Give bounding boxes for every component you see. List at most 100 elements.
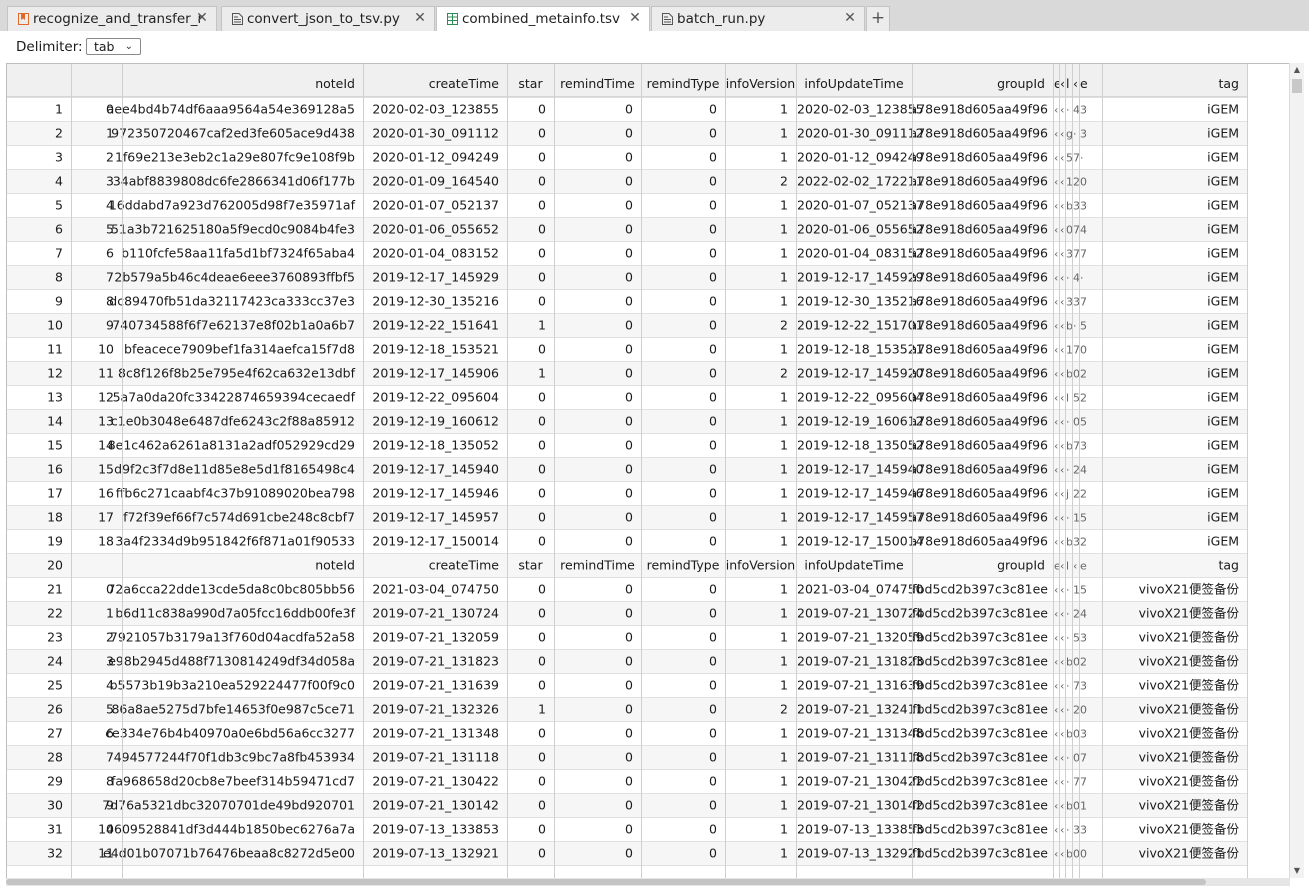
- table-cell: 2019-12-17_145906: [372, 366, 499, 381]
- row-number: 17: [47, 486, 63, 501]
- column-header: remindTime: [560, 76, 635, 91]
- row-number: 19: [47, 534, 63, 549]
- table-cell: 0: [538, 750, 546, 765]
- narrow-cell: 1: [1073, 512, 1080, 525]
- narrow-cell: 7: [1073, 152, 1080, 165]
- table-cell: a4fa78e918d605aa49f96: [890, 270, 1049, 285]
- table-cell: 0: [538, 630, 546, 645]
- row-number: 23: [47, 630, 63, 645]
- close-icon[interactable]: ✕: [842, 10, 858, 26]
- narrow-cell: ‹: [1054, 440, 1058, 453]
- narrow-cell: ‹: [1054, 488, 1058, 501]
- table-cell: 2020-01-30_091112: [372, 126, 499, 141]
- table-cell: 0: [625, 798, 633, 813]
- tab-combined-metainfo[interactable]: combined_metainfo.tsv ✕: [436, 6, 650, 32]
- narrow-cell: ·: [1066, 584, 1070, 597]
- narrow-cell: ‹: [1054, 416, 1058, 429]
- table-cell: 2019-12-17_145957: [797, 510, 924, 525]
- table-cell: 0: [538, 510, 546, 525]
- delimiter-label: Delimiter:: [16, 39, 83, 55]
- narrow-cell: ‹: [1054, 800, 1058, 813]
- table-cell: 2019-12-17_150014: [797, 534, 924, 549]
- table-cell: 6: [106, 246, 114, 261]
- narrow-cell: 3: [1080, 632, 1087, 645]
- table-cell: b5573b19b3a210ea529224477f00f9c0: [110, 678, 355, 693]
- narrow-cell: 0: [1073, 800, 1080, 813]
- narrow-cell: ‹: [1054, 224, 1058, 237]
- table-cell: 0: [709, 366, 717, 381]
- narrow-cell: ‹: [1060, 224, 1064, 237]
- horizontal-scrollbar[interactable]: [6, 878, 1290, 886]
- table-cell: ce334e76b4b40970a0e6bd56a6cc3277: [105, 726, 355, 741]
- table-cell: 2020-01-30_091112: [797, 126, 924, 141]
- table-cell: 2019-12-17_145946: [797, 486, 924, 501]
- table-cell: groupId: [997, 558, 1045, 573]
- table-cell: vivoX21便签备份: [1139, 654, 1240, 669]
- scroll-thumb[interactable]: [6, 879, 1206, 885]
- table-cell: 2019-12-19_160612: [797, 414, 924, 429]
- scroll-up-icon[interactable]: ▲: [1290, 63, 1304, 77]
- table-cell: 0: [538, 294, 546, 309]
- table-cell: 2019-07-21_132411: [797, 702, 924, 717]
- tab-recognize-and-transfer[interactable]: recognize_and_transfer_no ✕: [7, 6, 217, 31]
- table-cell: 0: [625, 774, 633, 789]
- narrow-cell: ‹: [1054, 344, 1058, 357]
- vertical-scrollbar[interactable]: ▲ ▼: [1289, 63, 1304, 878]
- table-cell: 2020-01-07_052137: [797, 198, 924, 213]
- table-cell: 0: [538, 198, 546, 213]
- table-cell: vivoX21便签备份: [1139, 798, 1240, 813]
- narrow-cell: ‹: [1054, 824, 1058, 837]
- table-cell: 2019-12-18_135052: [797, 438, 924, 453]
- column-header: infoVersion: [726, 76, 795, 91]
- table-cell: 2021-03-04_074750: [372, 582, 499, 597]
- row-number: 9: [55, 294, 63, 309]
- table-cell: 0: [538, 150, 546, 165]
- tab-convert-json-to-tsv[interactable]: convert_json_to_tsv.py ✕: [221, 6, 435, 31]
- table-cell: 0: [538, 126, 546, 141]
- table-cell: 0: [538, 414, 546, 429]
- table-cell: 15: [98, 462, 114, 477]
- table-cell: 1: [538, 318, 546, 333]
- close-icon[interactable]: ✕: [412, 10, 428, 26]
- table-cell: a4fa78e918d605aa49f96: [890, 414, 1049, 429]
- column-header: noteId: [315, 76, 355, 91]
- narrow-cell: 1: [1066, 344, 1073, 357]
- table-cell: 1: [780, 342, 788, 357]
- tab-label: batch_run.py: [677, 11, 766, 27]
- narrow-cell: 5: [1073, 392, 1080, 405]
- table-cell: infoUpdateTime: [804, 558, 904, 573]
- table-cell: 0: [709, 414, 717, 429]
- table-cell: 0: [709, 318, 717, 333]
- table-cell: vivoX21便签备份: [1139, 702, 1240, 717]
- tsv-table[interactable]: noteId createTime star remindTime remindType…: [6, 63, 1290, 878]
- table-cell: vivoX21便签备份: [1139, 582, 1240, 597]
- table-cell: 2019-07-21_131639: [372, 678, 499, 693]
- table-cell: 26ffbd5cd2b397c3c81ee: [892, 750, 1048, 765]
- close-icon[interactable]: ✕: [194, 10, 210, 26]
- close-icon[interactable]: ✕: [627, 10, 643, 26]
- column-header: ‹: [1073, 76, 1078, 91]
- table-cell: 2020-01-07_052137: [372, 198, 499, 213]
- table-cell: 1: [780, 126, 788, 141]
- table-cell: createTime: [429, 558, 500, 573]
- table-cell: 0: [625, 294, 633, 309]
- table-cell: 0: [625, 534, 633, 549]
- narrow-cell: ‹: [1054, 728, 1058, 741]
- scroll-down-icon[interactable]: ▼: [1290, 864, 1304, 878]
- table-cell: 0: [709, 582, 717, 597]
- table-cell: bfeacece7909bef1fa314aefca15f7d8: [124, 342, 355, 357]
- table-cell: vivoX21便签备份: [1139, 630, 1240, 645]
- table-cell: 972350720467caf2ed3fe605ace9d438: [111, 126, 355, 141]
- table-cell: 1: [780, 606, 788, 621]
- delimiter-select[interactable]: tab ⌄: [86, 38, 141, 55]
- tab-batch-run[interactable]: batch_run.py ✕: [651, 6, 865, 31]
- table-cell: 2019-12-17_145920: [797, 366, 924, 381]
- table-cell: 0: [625, 366, 633, 381]
- table-cell: 0: [709, 534, 717, 549]
- table-cell: 2019-07-13_132921: [797, 846, 924, 861]
- new-tab-button[interactable]: +: [866, 6, 890, 31]
- narrow-cell: ‹: [1060, 704, 1064, 717]
- table-cell: 1: [538, 366, 546, 381]
- scroll-thumb[interactable]: [1292, 79, 1302, 93]
- table-cell: 1: [780, 726, 788, 741]
